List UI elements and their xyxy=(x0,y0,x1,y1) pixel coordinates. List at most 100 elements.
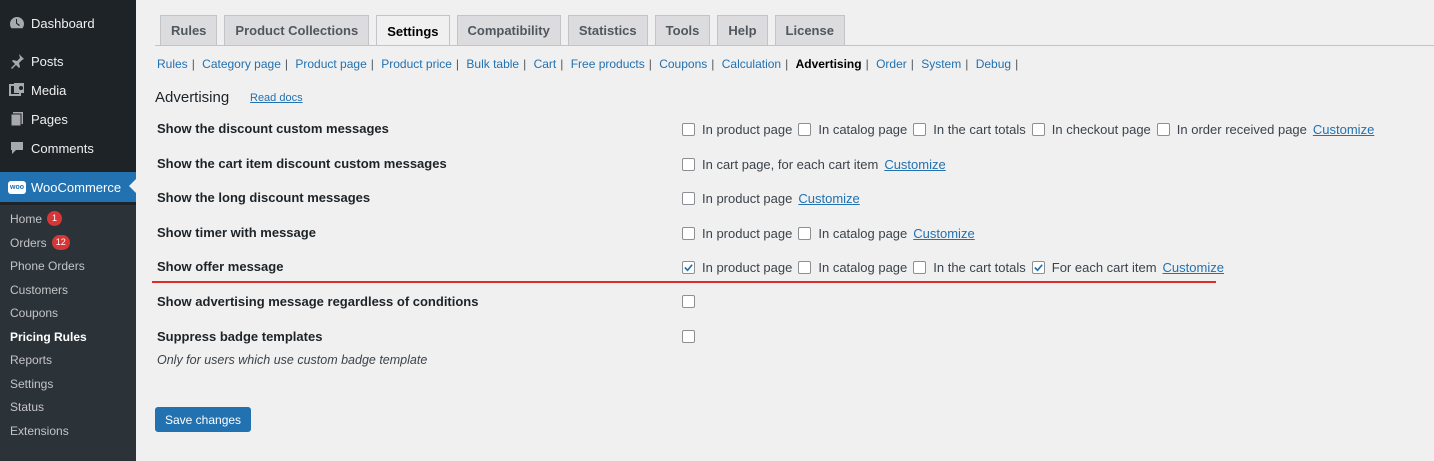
checkbox[interactable] xyxy=(682,123,695,136)
menu-pages[interactable]: Pages xyxy=(0,105,136,133)
submenu-extensions[interactable]: Extensions xyxy=(10,424,69,438)
save-changes-button[interactable]: Save changes xyxy=(155,407,252,432)
subnav-product-page[interactable]: Product page xyxy=(295,57,366,71)
subnav-category-page[interactable]: Category page xyxy=(202,57,281,71)
submenu-home[interactable]: Home 1 xyxy=(10,211,63,226)
menu-comments[interactable]: Comments xyxy=(0,134,136,162)
checkbox[interactable] xyxy=(1031,123,1045,136)
menu-label: Comments xyxy=(31,140,94,156)
menu-label: Posts xyxy=(31,53,64,69)
customize-link[interactable]: Customize xyxy=(913,226,974,241)
subnav-cart[interactable]: Cart xyxy=(534,57,557,71)
option[interactable]: In cart page, for each cart item xyxy=(682,157,884,172)
option[interactable]: In the cart totals xyxy=(913,260,1032,275)
submenu-status[interactable]: Status xyxy=(10,400,44,414)
customize-link[interactable]: Customize xyxy=(1313,122,1374,137)
checkbox[interactable] xyxy=(682,227,695,240)
media-icon xyxy=(7,80,27,100)
checkbox[interactable] xyxy=(798,261,812,274)
customize-link[interactable]: Customize xyxy=(798,191,859,206)
tab-tools[interactable]: Tools xyxy=(654,15,711,45)
checkbox[interactable] xyxy=(682,261,695,274)
woocommerce-submenu: Home 1 Orders 12 Phone Orders Customers … xyxy=(0,205,136,461)
subnav-debug[interactable]: Debug xyxy=(976,57,1011,71)
option[interactable]: In catalog page xyxy=(798,122,913,137)
tab-rules[interactable]: Rules xyxy=(160,15,218,45)
row-options xyxy=(682,295,702,308)
row-options: In product page Customize xyxy=(682,191,860,206)
tab-compatibility[interactable]: Compatibility xyxy=(456,15,561,45)
row-label-suppress-badge-templates: Suppress badge templates xyxy=(157,329,323,344)
checkbox[interactable] xyxy=(682,158,695,171)
menu-label: Dashboard xyxy=(31,15,95,31)
submenu-label: Status xyxy=(10,400,45,414)
menu-dashboard[interactable]: Dashboard xyxy=(0,9,136,37)
subnav-advertising[interactable]: Advertising xyxy=(796,57,862,71)
pushpin-icon xyxy=(7,51,27,71)
subnav-calculation[interactable]: Calculation xyxy=(722,57,781,71)
tab-product-collections[interactable]: Product Collections xyxy=(224,15,370,45)
checkbox[interactable] xyxy=(798,227,812,240)
checkbox[interactable] xyxy=(682,330,695,343)
option[interactable]: In the cart totals xyxy=(913,122,1032,137)
option[interactable]: In catalog page xyxy=(798,260,913,275)
highlight-underline xyxy=(152,281,1216,283)
row-options: In cart page, for each cart item Customi… xyxy=(682,157,946,172)
tab-license[interactable]: License xyxy=(774,15,845,45)
tab-settings[interactable]: Settings xyxy=(376,15,450,46)
tabs-divider xyxy=(155,45,1434,46)
customize-link[interactable]: Customize xyxy=(884,157,945,172)
option[interactable]: In order received page xyxy=(1156,122,1313,137)
read-docs-link[interactable]: Read docs xyxy=(250,92,303,104)
menu-label: Pages xyxy=(31,111,68,127)
option[interactable]: In product page xyxy=(682,191,798,206)
checkbox[interactable] xyxy=(913,123,927,136)
menu-media[interactable]: Media xyxy=(0,76,136,104)
submenu-label: Pricing Rules xyxy=(10,330,87,344)
woo-logo: woo xyxy=(8,180,26,194)
option[interactable]: In product page xyxy=(682,122,798,137)
subnav-order[interactable]: Order xyxy=(876,57,907,71)
subnav-free-products[interactable]: Free products xyxy=(571,57,645,71)
woocommerce-icon: woo xyxy=(7,177,27,197)
submenu-label: Phone Orders xyxy=(10,259,85,273)
subnav-coupons[interactable]: Coupons xyxy=(659,57,707,71)
subnav-system[interactable]: System xyxy=(921,57,961,71)
checkbox[interactable] xyxy=(1156,123,1170,136)
submenu-pricing-rules[interactable]: Pricing Rules xyxy=(10,330,87,344)
row-label-cart-item-discount-messages: Show the cart item discount custom messa… xyxy=(157,156,447,171)
checkbox[interactable] xyxy=(913,261,927,274)
submenu-orders[interactable]: Orders 12 xyxy=(10,235,70,250)
submenu-label: Settings xyxy=(10,377,54,391)
customize-link[interactable]: Customize xyxy=(1163,260,1224,275)
option[interactable]: For each cart item xyxy=(1031,260,1163,275)
submenu-reports[interactable]: Reports xyxy=(10,353,52,367)
subnav-product-price[interactable]: Product price xyxy=(381,57,452,71)
dashboard-icon xyxy=(7,13,27,33)
submenu-phone-orders[interactable]: Phone Orders xyxy=(10,259,85,273)
row-label-advertising-regardless: Show advertising message regardless of c… xyxy=(157,294,479,309)
row-description: Only for users which use custom badge te… xyxy=(157,353,428,367)
submenu-customers[interactable]: Customers xyxy=(10,283,68,297)
option[interactable]: In product page xyxy=(682,260,798,275)
comment-icon xyxy=(7,138,27,158)
submenu-settings[interactable]: Settings xyxy=(10,377,53,391)
menu-woocommerce[interactable]: woo WooCommerce xyxy=(0,172,136,202)
row-label-timer-with-message: Show timer with message xyxy=(157,225,316,240)
checkbox[interactable] xyxy=(682,295,695,308)
tab-help[interactable]: Help xyxy=(717,15,768,45)
option[interactable]: In product page xyxy=(682,226,798,241)
subnav-bulk-table[interactable]: Bulk table xyxy=(466,57,519,71)
settings-tabs: Rules Product Collections Settings Compa… xyxy=(160,15,852,46)
menu-posts[interactable]: Posts xyxy=(0,47,136,75)
checkbox[interactable] xyxy=(682,192,695,205)
option[interactable]: In catalog page xyxy=(798,226,913,241)
submenu-coupons[interactable]: Coupons xyxy=(10,306,58,320)
submenu-label: Customers xyxy=(10,283,69,297)
tab-statistics[interactable]: Statistics xyxy=(567,15,648,45)
option[interactable]: In checkout page xyxy=(1031,122,1157,137)
checkbox[interactable] xyxy=(1031,261,1045,274)
submenu-label: Home xyxy=(10,211,43,226)
subnav-rules[interactable]: Rules xyxy=(157,57,188,71)
checkbox[interactable] xyxy=(798,123,812,136)
